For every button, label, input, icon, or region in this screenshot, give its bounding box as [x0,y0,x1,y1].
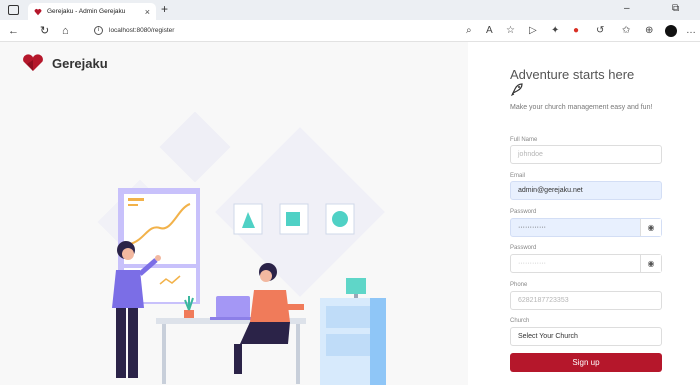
illustration-panel: Gerejaku [0,42,468,385]
adblock-icon[interactable]: ● [573,25,579,37]
email-field[interactable]: admin@gerejaku.net [510,181,662,200]
profile-avatar[interactable] [665,25,677,37]
site-info-icon[interactable]: i [94,26,103,35]
password-field[interactable]: ············ ◉ [510,218,662,237]
confirm-password-placeholder: ············ [518,260,546,267]
email-label: Email [510,173,526,179]
new-tab-button[interactable]: + [161,2,168,16]
register-form-panel: Adventure starts here Make your church m… [468,42,700,385]
url-text: localhost:8080/register [109,27,175,34]
favorite-star-icon[interactable]: ☆ [506,25,515,37]
extension-icon[interactable]: ✦ [551,25,559,37]
brand-name: Gerejaku [52,55,108,71]
phone-label: Phone [510,282,528,288]
search-icon[interactable]: ⌕ [466,25,472,37]
tab-actions-icon[interactable] [8,5,19,15]
address-bar-row: ← ↻ ⌂ i localhost:8080/register ⌕ A ☆ ▷ … [0,20,700,42]
signup-button[interactable]: Sign up [510,353,662,372]
read-aloud-icon[interactable]: A [486,25,493,37]
browser-tab-strip: Gerejaku - Admin Gerejaku × + – ⧉ [0,0,700,20]
password-label: Password [510,209,537,215]
show-confirm-password-eye-icon[interactable]: ◉ [640,255,661,272]
tab-title: Gerejaku - Admin Gerejaku [47,8,126,15]
rocket-icon [510,83,523,96]
favicon-heart-icon [34,8,42,15]
collections-icon[interactable]: ⊕ [645,25,653,37]
refresh-icon[interactable]: ↻ [40,24,49,38]
tab-close-icon[interactable]: × [145,7,150,17]
church-select[interactable]: Select Your Church [510,327,662,346]
fullname-placeholder: johndoe [518,151,543,158]
address-field[interactable]: i localhost:8080/register [94,26,174,35]
phone-field[interactable]: 6282187723353 [510,291,662,310]
fullname-label: Full Name [510,137,538,143]
brand[interactable]: Gerejaku [22,54,108,72]
more-menu-icon[interactable]: … [686,25,696,37]
phone-placeholder: 6282187723353 [518,297,569,304]
email-value: admin@gerejaku.net [518,187,583,194]
church-label: Church [510,318,530,324]
home-icon[interactable]: ⌂ [62,24,69,38]
minimize-icon[interactable]: – [624,3,630,14]
show-password-eye-icon[interactable]: ◉ [640,219,661,236]
signup-illustration [97,112,386,385]
browser-tab[interactable]: Gerejaku - Admin Gerejaku × [28,3,156,20]
form-heading: Adventure starts here [510,67,635,82]
back-icon[interactable]: ← [8,24,19,38]
church-select-value: Select Your Church [518,333,578,340]
confirm-password-field[interactable]: ············ ◉ [510,254,662,273]
password-value: ············ [518,224,546,231]
restore-icon[interactable]: ⧉ [672,3,679,14]
favorites-icon[interactable]: ✩ [622,25,630,37]
sync-icon[interactable]: ↺ [596,25,604,37]
form-subtitle: Make your church management easy and fun… [510,104,653,111]
gerejaku-logo-icon [23,54,43,71]
fullname-field[interactable]: johndoe [510,145,662,164]
confirm-password-label: Password [510,245,537,251]
play-icon[interactable]: ▷ [529,25,537,37]
